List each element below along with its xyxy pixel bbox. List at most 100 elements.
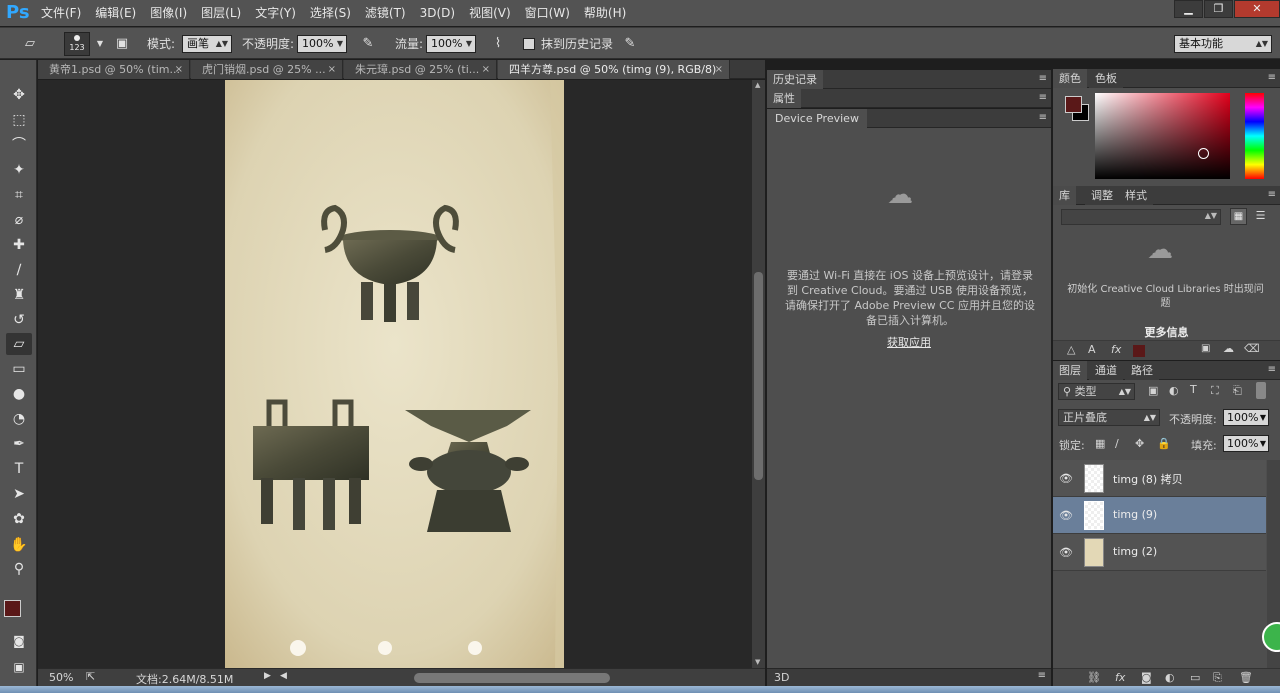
layer-row[interactable]: 👁 timg (2)	[1053, 534, 1266, 571]
panel-menu-icon[interactable]: ≡	[1268, 361, 1276, 378]
menu-filter[interactable]: 滤镜(T)	[358, 0, 413, 26]
tab-document-active[interactable]: 四羊方尊.psd @ 50% (timg (9), RGB/8) ×	[498, 60, 730, 79]
close-icon[interactable]: ×	[328, 60, 336, 79]
panel-menu-icon[interactable]: ≡	[1039, 89, 1047, 106]
pressure-opacity-icon[interactable]: ✎	[358, 35, 378, 53]
clone-stamp-tool-icon[interactable]: ♜	[6, 284, 32, 306]
close-icon[interactable]: ×	[175, 60, 183, 79]
blur-tool-icon[interactable]: ●	[6, 383, 32, 405]
close-icon[interactable]: ×	[482, 60, 490, 79]
canvas-vertical-scrollbar[interactable]: ▲ ▼	[752, 80, 765, 668]
healing-brush-tool-icon[interactable]: ✚	[6, 234, 32, 256]
lasso-tool-icon[interactable]: ⌒	[6, 134, 32, 156]
visibility-eye-icon[interactable]: 👁	[1059, 509, 1073, 522]
airbrush-icon[interactable]: ⌇	[488, 35, 508, 53]
filter-shape-icon[interactable]: ⛶	[1211, 384, 1219, 398]
screen-mode-icon[interactable]: ▣	[6, 656, 32, 678]
layer-name[interactable]: timg (9)	[1113, 508, 1157, 521]
brush-panel-icon[interactable]: ▣	[112, 35, 132, 53]
restore-button[interactable]: ❐	[1204, 0, 1233, 18]
lock-position-icon[interactable]: ✥	[1135, 437, 1144, 450]
quick-mask-icon[interactable]: ◙	[6, 630, 32, 652]
new-adjustment-layer-icon[interactable]: ◐	[1165, 671, 1175, 684]
brush-tool-icon[interactable]: ∕	[6, 259, 32, 281]
menu-help[interactable]: 帮助(H)	[577, 0, 633, 26]
foreground-color-swatch[interactable]	[4, 600, 21, 617]
brush-preset-picker[interactable]: 123	[64, 32, 90, 56]
new-group-icon[interactable]: ▭	[1190, 671, 1200, 684]
filter-smart-object-icon[interactable]: ⎗	[1233, 384, 1242, 398]
new-layer-icon[interactable]: ⎘	[1213, 671, 1222, 685]
crop-tool-icon[interactable]: ⌗	[6, 184, 32, 206]
flow-input[interactable]: 100% ▼	[426, 35, 476, 53]
shape-tool-icon[interactable]: ✿	[6, 508, 32, 530]
delete-icon[interactable]: ⌫	[1244, 342, 1260, 355]
eraser-tool-icon[interactable]: ▱	[6, 333, 32, 355]
scrollbar-thumb[interactable]	[754, 272, 763, 480]
tab-properties[interactable]: 属性	[767, 89, 801, 108]
menu-view[interactable]: 视图(V)	[462, 0, 518, 26]
link-layers-icon[interactable]: ⛓	[1087, 671, 1101, 684]
marquee-tool-icon[interactable]: ⬚	[6, 109, 32, 131]
hue-slider[interactable]	[1245, 93, 1264, 179]
eyedropper-tool-icon[interactable]: ⌀	[6, 209, 32, 231]
tab-document-2[interactable]: 虎门销烟.psd @ 25% ... ×	[191, 60, 343, 79]
menu-edit[interactable]: 编辑(E)	[88, 0, 143, 26]
erase-history-checkbox[interactable]	[523, 38, 535, 50]
pen-tool-icon[interactable]: ✒	[6, 433, 32, 455]
color-picker-cursor[interactable]	[1198, 148, 1209, 159]
menu-image[interactable]: 图像(I)	[143, 0, 194, 26]
lock-transparent-icon[interactable]: ▦	[1095, 437, 1105, 450]
tab-library[interactable]: 库	[1053, 186, 1076, 205]
menu-3d[interactable]: 3D(D)	[413, 0, 462, 26]
add-layer-style-icon[interactable]: fx	[1115, 671, 1125, 684]
library-select[interactable]: ▲▼	[1061, 209, 1221, 225]
tab-color[interactable]: 颜色	[1053, 69, 1087, 88]
stock-icon[interactable]: ▣	[1201, 343, 1210, 354]
pressure-size-icon[interactable]: ✎	[620, 35, 640, 53]
layer-name[interactable]: timg (8) 拷贝	[1113, 471, 1183, 487]
tab-adjustments[interactable]: 调整	[1085, 186, 1119, 205]
fill-input[interactable]: 100% ▼	[1223, 435, 1269, 452]
add-layer-style-icon[interactable]: fx	[1111, 343, 1121, 356]
lock-all-icon[interactable]: 🔒	[1157, 437, 1171, 450]
layer-opacity-input[interactable]: 100% ▼	[1223, 409, 1269, 426]
tab-paths[interactable]: 路径	[1125, 361, 1159, 380]
panel-menu-icon[interactable]: ≡	[1268, 186, 1276, 203]
filter-type-icon[interactable]: T	[1190, 383, 1197, 396]
move-tool-icon[interactable]: ✥	[6, 84, 32, 106]
tab-styles[interactable]: 样式	[1119, 186, 1153, 205]
list-view-icon[interactable]: ☰	[1252, 208, 1269, 225]
magic-wand-tool-icon[interactable]: ✦	[6, 159, 32, 181]
layer-row-selected[interactable]: 👁 timg (9)	[1053, 497, 1266, 534]
get-app-link[interactable]: 获取应用	[767, 334, 1051, 350]
lock-image-icon[interactable]: ∕	[1115, 437, 1119, 450]
tab-device-preview[interactable]: Device Preview	[767, 109, 867, 128]
tab-document-1[interactable]: 黄帝1.psd @ 50% (tim... ×	[38, 60, 190, 79]
add-character-style-icon[interactable]: A	[1088, 343, 1096, 356]
workspace-select[interactable]: 基本功能 ▲▼	[1174, 35, 1272, 53]
scroll-up-icon[interactable]: ▲	[755, 81, 760, 89]
filter-pixel-icon[interactable]: ▣	[1148, 384, 1158, 397]
more-info-link[interactable]: 更多信息	[1053, 324, 1280, 340]
zoom-level[interactable]: 50%	[49, 671, 73, 684]
history-brush-tool-icon[interactable]: ↺	[6, 309, 32, 331]
panel-foreground-swatch[interactable]	[1065, 96, 1082, 113]
add-mask-icon[interactable]: ◙	[1141, 671, 1152, 684]
mode-select[interactable]: 画笔 ▲▼	[182, 35, 232, 53]
opacity-input[interactable]: 100% ▼	[297, 35, 347, 53]
tab-3d[interactable]: 3D	[774, 671, 789, 684]
scroll-left-icon[interactable]: ◀	[280, 671, 287, 681]
layer-name[interactable]: timg (2)	[1113, 545, 1157, 558]
document-canvas[interactable]	[225, 80, 564, 668]
tab-history[interactable]: 历史记录	[767, 70, 823, 89]
dodge-tool-icon[interactable]: ◔	[6, 408, 32, 430]
filter-adjustment-icon[interactable]: ◐	[1169, 384, 1179, 397]
layer-filter-select[interactable]: ⚲ 类型 ▲▼	[1058, 383, 1135, 400]
visibility-eye-icon[interactable]: 👁	[1059, 472, 1073, 485]
canvas-area[interactable]	[38, 80, 752, 668]
menu-select[interactable]: 选择(S)	[303, 0, 358, 26]
panel-menu-icon[interactable]: ≡	[1039, 109, 1047, 126]
layer-row[interactable]: 👁 timg (8) 拷贝	[1053, 460, 1266, 497]
menu-file[interactable]: 文件(F)	[34, 0, 88, 26]
